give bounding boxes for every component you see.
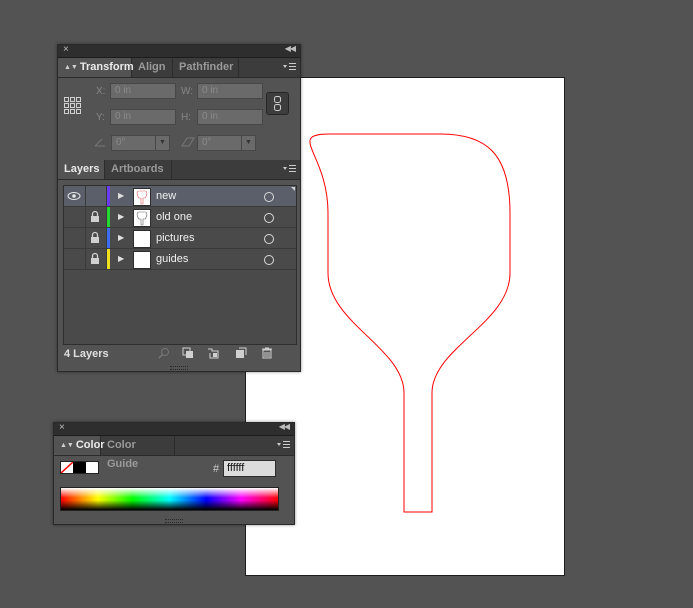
w-field[interactable]: 0 in bbox=[197, 83, 263, 99]
layer-thumbnail bbox=[133, 230, 151, 248]
lock-toggle[interactable] bbox=[85, 186, 107, 206]
tab-color[interactable]: ▲▼ Color bbox=[54, 436, 105, 455]
tab-artboards[interactable]: Artboards bbox=[105, 160, 172, 179]
y-field[interactable]: 0 in bbox=[110, 109, 176, 125]
layer-name[interactable]: pictures bbox=[156, 232, 195, 244]
link-icon bbox=[274, 96, 281, 111]
lock-toggle[interactable] bbox=[85, 207, 107, 227]
locate-object-icon[interactable] bbox=[158, 347, 170, 359]
layer-thumbnail bbox=[133, 209, 151, 227]
expand-arrow-icon[interactable]: ▶ bbox=[118, 254, 124, 263]
color-spectrum-bar[interactable] bbox=[60, 487, 279, 511]
visibility-toggle[interactable] bbox=[64, 186, 86, 206]
panel-titlebar[interactable]: × ◀◀ bbox=[58, 44, 300, 58]
shear-icon bbox=[181, 137, 195, 147]
selection-indicator-icon bbox=[291, 187, 295, 191]
make-clipping-mask-icon[interactable] bbox=[182, 347, 194, 359]
rotate-field[interactable]: 0° bbox=[111, 135, 156, 151]
h-label: H: bbox=[181, 112, 191, 123]
layer-color-bar bbox=[107, 207, 110, 227]
layer-thumbnail bbox=[133, 251, 151, 269]
trash-icon[interactable] bbox=[261, 347, 273, 359]
w-label: W: bbox=[181, 86, 194, 97]
reference-point-icon[interactable] bbox=[64, 97, 82, 115]
tab-layers[interactable]: Layers bbox=[58, 160, 105, 179]
expand-arrow-icon[interactable]: ▶ bbox=[118, 191, 124, 200]
target-circle-icon[interactable] bbox=[264, 192, 274, 202]
close-icon[interactable]: × bbox=[59, 422, 65, 433]
expand-arrow-icon[interactable]: ▶ bbox=[118, 212, 124, 221]
shear-dropdown[interactable]: ▼ bbox=[241, 135, 256, 151]
layer-row[interactable]: ▶ old one bbox=[64, 207, 296, 228]
resize-grip[interactable] bbox=[165, 519, 183, 523]
layer-color-bar bbox=[107, 186, 110, 206]
rotate-icon bbox=[94, 138, 105, 147]
tab-pathfinder[interactable]: Pathfinder bbox=[173, 58, 239, 77]
visibility-toggle[interactable] bbox=[64, 228, 86, 248]
lock-toggle[interactable] bbox=[85, 228, 107, 248]
x-field[interactable]: 0 in bbox=[110, 83, 176, 99]
resize-grip[interactable] bbox=[170, 366, 188, 370]
shear-field[interactable]: 0° bbox=[197, 135, 242, 151]
expand-arrow-icon[interactable]: ▶ bbox=[118, 233, 124, 242]
layer-color-bar bbox=[107, 249, 110, 269]
create-new-layer-icon[interactable] bbox=[235, 347, 247, 359]
lock-toggle[interactable] bbox=[85, 249, 107, 269]
layer-thumbnail bbox=[133, 188, 151, 206]
layer-count-label: 4 Layers bbox=[64, 348, 109, 360]
layer-name[interactable]: guides bbox=[156, 253, 188, 265]
target-circle-icon[interactable] bbox=[264, 213, 274, 223]
visibility-toggle[interactable] bbox=[64, 249, 86, 269]
lock-icon bbox=[91, 210, 99, 222]
expand-toggle-icon: ▲▼ bbox=[60, 442, 74, 449]
lock-icon bbox=[91, 252, 99, 264]
target-circle-icon[interactable] bbox=[264, 255, 274, 265]
transform-tabbar: ▲▼ Transform Align Pathfinder bbox=[58, 58, 300, 78]
layer-color-bar bbox=[107, 228, 110, 248]
layer-name[interactable]: new bbox=[156, 190, 176, 202]
y-label: Y: bbox=[96, 112, 105, 123]
tab-color-guide[interactable]: Color Guide bbox=[101, 436, 175, 470]
hex-label: # bbox=[213, 463, 220, 475]
h-field[interactable]: 0 in bbox=[197, 109, 263, 125]
close-icon[interactable]: × bbox=[63, 44, 69, 55]
tab-align[interactable]: Align bbox=[132, 58, 173, 77]
hex-value-field[interactable]: ffffff bbox=[223, 460, 276, 477]
create-sublayer-icon[interactable] bbox=[207, 347, 219, 359]
layers-tabbar: Layers Artboards bbox=[58, 160, 300, 180]
constrain-proportions-button[interactable] bbox=[266, 92, 289, 115]
layers-menu-icon[interactable] bbox=[283, 164, 296, 174]
layer-row[interactable]: ▶ pictures bbox=[64, 228, 296, 249]
none-black-white-swatches[interactable] bbox=[60, 461, 99, 474]
collapse-icon[interactable]: ◀◀ bbox=[285, 44, 296, 53]
color-menu-icon[interactable] bbox=[277, 440, 290, 450]
eye-icon bbox=[67, 192, 81, 200]
visibility-toggle[interactable] bbox=[64, 207, 86, 227]
tab-transform[interactable]: ▲▼ Transform bbox=[58, 58, 134, 77]
layer-row[interactable]: ▶ new bbox=[64, 186, 296, 207]
panel-titlebar[interactable]: × ◀◀ bbox=[54, 422, 294, 436]
x-label: X: bbox=[96, 86, 106, 97]
panel-menu-icon[interactable] bbox=[283, 62, 296, 72]
collapse-icon[interactable]: ◀◀ bbox=[279, 422, 290, 431]
color-panel: × ◀◀ ▲▼ Color Color Guide # ffffff bbox=[53, 422, 295, 525]
lock-icon bbox=[91, 231, 99, 243]
layer-row[interactable]: ▶ guides bbox=[64, 249, 296, 270]
layer-name[interactable]: old one bbox=[156, 211, 192, 223]
color-tabbar: ▲▼ Color Color Guide bbox=[54, 436, 294, 470]
expand-toggle-icon: ▲▼ bbox=[64, 64, 78, 71]
target-circle-icon[interactable] bbox=[264, 234, 274, 244]
transform-layers-panel-group: × ◀◀ ▲▼ Transform Align Pathfinder X: 0 i… bbox=[57, 44, 301, 372]
rotate-dropdown[interactable]: ▼ bbox=[155, 135, 170, 151]
layers-list[interactable]: ▶ new ▶ old one ▶ pictures ▶ guides bbox=[63, 185, 297, 345]
